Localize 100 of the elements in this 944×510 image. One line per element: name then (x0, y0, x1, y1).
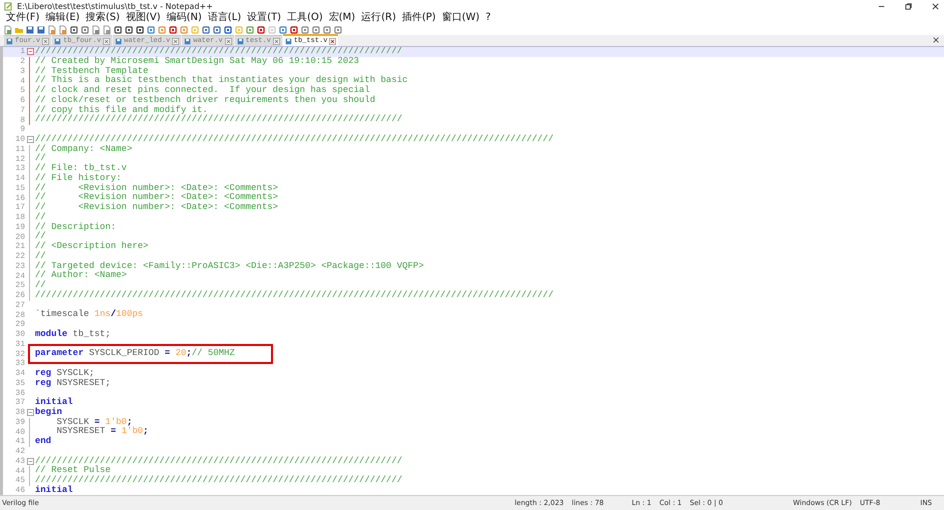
line-number: 30 (14, 330, 25, 340)
line-number: 33 (14, 359, 25, 368)
code-line: // Author: <Name> (34, 270, 128, 280)
line-number: 17 (14, 203, 25, 212)
line-number: 36 (14, 388, 25, 398)
code-line: // <Revision number>: <Date>: <Comments> (34, 191, 280, 202)
line-number: 42 (14, 447, 25, 456)
line-number: 32 (14, 350, 25, 359)
code-line: // Company: <Name> (34, 142, 134, 154)
line-number: 46 (14, 486, 25, 495)
close-icon[interactable] (329, 38, 336, 44)
line-number: 27 (14, 300, 25, 310)
line-number: 8 (19, 116, 25, 125)
line-number: 18 (14, 213, 25, 222)
code-line: // This is a basic testbench that instantiates your design with basic (34, 74, 409, 86)
code-line: // (34, 250, 47, 262)
line-number: 41 (14, 437, 25, 446)
line-number: 38 (14, 408, 25, 418)
line-number: 22 (14, 252, 25, 262)
code-line: // (34, 152, 47, 164)
line-number: 24 (14, 272, 25, 281)
menu-item[interactable]: 文件(F) (3, 12, 43, 24)
menu-item[interactable]: 工具(O) (284, 12, 326, 24)
menu-item[interactable]: 语言(L) (204, 12, 244, 24)
save-icon (284, 38, 292, 44)
code-line: // clock and reset pins connected. If your design has special (34, 84, 371, 96)
fold-toggle-icon[interactable] (26, 48, 34, 56)
fold-toggle-icon[interactable] (26, 458, 34, 465)
code-line: begin (34, 406, 64, 418)
menu-item[interactable]: ? (482, 12, 494, 24)
line-number: 44 (14, 466, 25, 476)
code-line: //////////////////////////////////////////////////////////////////////////////////////////////// (34, 288, 554, 302)
line-number: 14 (14, 174, 25, 184)
restore-icon[interactable] (904, 2, 913, 10)
document-icon[interactable] (3, 24, 13, 34)
line-number: 40 (14, 428, 25, 437)
line-number: 3 (19, 66, 25, 76)
menu-item[interactable]: 运行(R) (358, 12, 399, 24)
menu-item[interactable]: 搜索(S) (82, 12, 123, 24)
fold-toggle-icon[interactable] (26, 136, 34, 144)
toolbar-icon[interactable] (168, 24, 178, 34)
toolbar-icon[interactable] (135, 24, 145, 34)
toolbar-icon[interactable] (113, 24, 123, 34)
code-line: // (34, 279, 47, 290)
line-number: 45 (14, 476, 25, 486)
line-number: 34 (14, 369, 25, 378)
line-number: 9 (19, 125, 25, 134)
line-number: 39 (14, 418, 25, 427)
line-number: 10 (14, 135, 25, 144)
code-line: // copy this file and modify it. (34, 104, 208, 114)
code-line: // <Description here> (34, 240, 150, 252)
line-number: 16 (14, 194, 25, 203)
line-number: 2 (19, 57, 25, 66)
line-number: 19 (14, 222, 25, 232)
menu-item[interactable]: 编辑(E) (42, 12, 83, 24)
save-icon[interactable] (36, 24, 46, 34)
save-icon[interactable] (25, 24, 35, 34)
code-line: // File history: (34, 172, 122, 183)
line-number: 26 (14, 291, 25, 300)
line-number: 35 (14, 378, 25, 388)
toolbar-icon[interactable] (223, 24, 233, 34)
code-line: // (34, 210, 47, 222)
code-line: // (34, 230, 47, 242)
menu-item[interactable]: 编码(N) (164, 12, 205, 24)
code-line: //////////////////////////////////////////////////////////////////// (34, 474, 404, 486)
line-number: 5 (19, 86, 25, 96)
code-line: //////////////////////////////////////////////////////////////////// (34, 454, 404, 466)
code-line: // <Revision number>: <Date>: <Comments> (34, 201, 280, 212)
fold-toggle-icon[interactable] (26, 409, 34, 416)
menu-item[interactable]: 窗口(W) (438, 12, 483, 24)
save-icon (6, 38, 13, 44)
close-icon[interactable] (932, 36, 940, 44)
save-icon (236, 38, 244, 44)
save-icon (115, 38, 122, 44)
menu-item[interactable]: 宏(M) (326, 12, 358, 24)
code-line: // clock/reset or testbench driver requirements then you should (34, 94, 376, 106)
code-line: module tb_tst; (34, 328, 112, 341)
code-line: reg SYSCLK; (34, 366, 96, 379)
code-line: `timescale 1ns/100ps (34, 308, 144, 322)
save-icon (184, 38, 192, 44)
code-line: // File: tb_tst.v (34, 162, 128, 174)
line-number: 1 (19, 47, 25, 56)
line-number: 4 (19, 76, 25, 86)
code-line: // Reset Pulse (34, 464, 112, 476)
document-icon[interactable] (91, 24, 101, 34)
toolbar-icon[interactable] (69, 24, 79, 34)
code-line: initial (34, 396, 74, 408)
line-number: 43 (14, 456, 25, 466)
menu-item[interactable]: 插件(P) (398, 12, 439, 24)
code-line: // Created by Microsemi SmartDesign Sat May 06 19:10:15 2023 (34, 54, 360, 66)
window-title: E:\Libero\test\test\stimulus\tb_tst.v - Notepad++ (17, 2, 213, 10)
document-icon[interactable] (47, 24, 57, 34)
menu-item[interactable]: 视图(V) (122, 12, 164, 24)
code-line: //////////////////////////////////////////////////////////////////// (34, 114, 404, 126)
toolbar-icon[interactable] (124, 24, 134, 34)
toolbar-icon[interactable] (256, 24, 266, 34)
toolbar-icon[interactable] (289, 24, 299, 34)
line-number: 12 (14, 154, 25, 164)
close-icon[interactable] (931, 2, 940, 10)
menu-item[interactable]: 设置(T) (244, 12, 284, 24)
